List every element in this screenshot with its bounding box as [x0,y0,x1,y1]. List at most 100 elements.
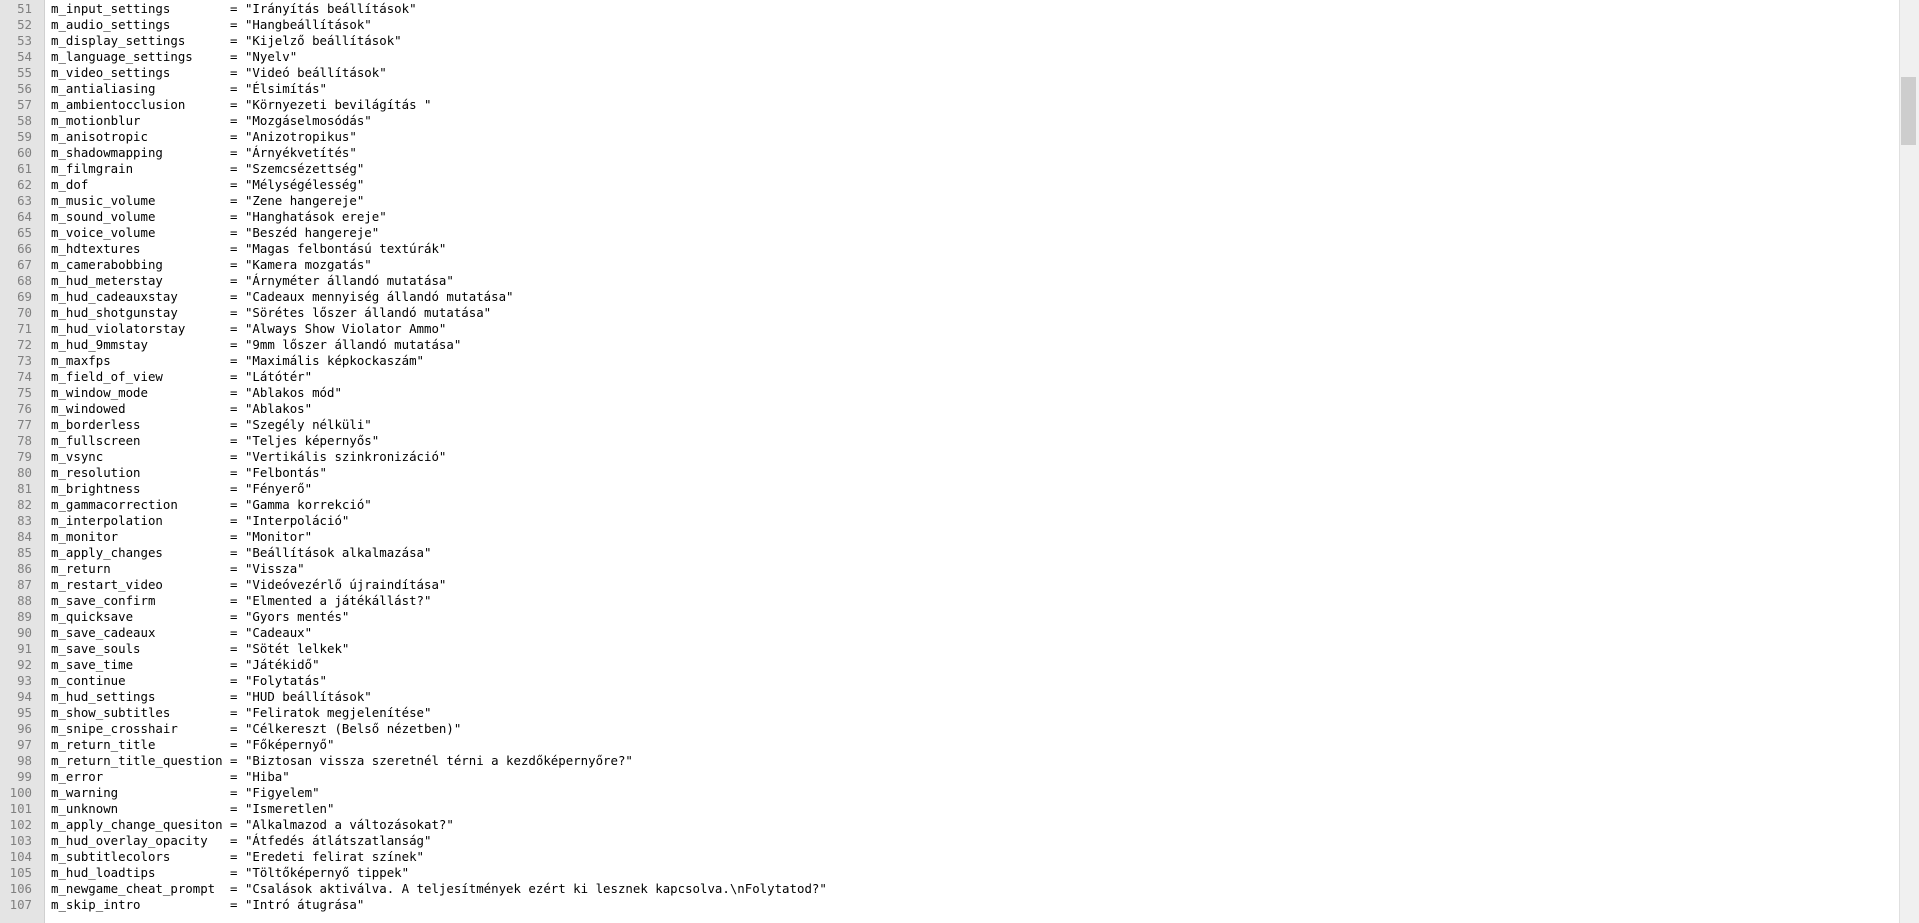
code-line[interactable]: 106 m_newgame_cheat_prompt = "Csalások ak… [0,881,827,897]
text-editor[interactable]: 51 m_input_settings = "Irányítás beállítá… [0,0,1899,923]
line-number: 96 [17,721,32,736]
code-line[interactable]: 105 m_hud_loadtips = "Töltőképernyő tippe… [0,865,409,881]
line-number: 59 [17,129,32,144]
line-number: 75 [17,385,32,400]
code-line[interactable]: 96 m_snipe_crosshair = "Célkereszt (Belső… [0,721,461,737]
line-number: 62 [17,177,32,192]
code-line[interactable]: 69 m_hud_cadeauxstay = "Cadeaux mennyiség… [0,289,514,305]
code-line[interactable]: 102 m_apply_change_quesiton = "Alkalmazod… [0,817,454,833]
code-line[interactable]: 94 m_hud_settings = "HUD beállítások" [0,689,372,705]
code-line[interactable]: 78 m_fullscreen = "Teljes képernyős" [0,433,379,449]
line-number: 81 [17,481,32,496]
line-number: 65 [17,225,32,240]
code-line[interactable]: 76 m_windowed = "Ablakos" [0,401,312,417]
code-line[interactable]: 77 m_borderless = "Szegély nélküli" [0,417,372,433]
code-line[interactable]: 56 m_antialiasing = "Élsimítás" [0,81,327,97]
code-line[interactable]: 75 m_window_mode = "Ablakos mód" [0,385,342,401]
line-text: m_interpolation = "Interpoláció" [51,513,350,528]
code-line[interactable]: 92 m_save_time = "Játékidő" [0,657,319,673]
code-line[interactable]: 86 m_return = "Vissza" [0,561,305,577]
line-number: 56 [17,81,32,96]
code-line[interactable]: 64 m_sound_volume = "Hanghatások ereje" [0,209,387,225]
code-line[interactable]: 71 m_hud_violatorstay = "Always Show Viol… [0,321,446,337]
code-line[interactable]: 88 m_save_confirm = "Elmented a játékállá… [0,593,431,609]
code-line[interactable]: 103 m_hud_overlay_opacity = "Átfedés átlá… [0,833,432,849]
code-line[interactable]: 85 m_apply_changes = "Beállítások alkalma… [0,545,431,561]
code-line[interactable]: 67 m_camerabobbing = "Kamera mozgatás" [0,257,372,273]
code-line[interactable]: 73 m_maxfps = "Maximális képkockaszám" [0,353,424,369]
code-line[interactable]: 91 m_save_souls = "Sötét lelkek" [0,641,349,657]
code-line[interactable]: 61 m_filmgrain = "Szemcsézettség" [0,161,364,177]
line-number: 67 [17,257,32,272]
code-line[interactable]: 95 m_show_subtitles = "Feliratok megjelen… [0,705,431,721]
code-line[interactable]: 79 m_vsync = "Vertikális szinkronizáció" [0,449,446,465]
code-line[interactable]: 58 m_motionblur = "Mozgáselmosódás" [0,113,372,129]
code-line[interactable]: 70 m_hud_shotgunstay = "Sörétes lőszer ál… [0,305,491,321]
line-number: 107 [9,897,32,912]
code-line[interactable]: 74 m_field_of_view = "Látótér" [0,369,312,385]
line-number: 89 [17,609,32,624]
line-text: m_hud_shotgunstay = "Sörétes lőszer álla… [51,305,492,320]
code-line[interactable]: 98 m_return_title_question = "Biztosan vi… [0,753,633,769]
code-line[interactable]: 53 m_display_settings = "Kijelző beállítá… [0,33,402,49]
line-number: 64 [17,209,32,224]
line-number: 106 [9,881,32,896]
code-line[interactable]: 97 m_return_title = "Főképernyő" [0,737,334,753]
line-text: m_hud_cadeauxstay = "Cadeaux mennyiség á… [51,289,514,304]
line-number: 53 [17,33,32,48]
line-text: m_save_confirm = "Elmented a játékállást… [51,593,432,608]
code-line[interactable]: 68 m_hud_meterstay = "Árnyméter állandó m… [0,273,454,289]
line-number: 92 [17,657,32,672]
line-text: m_continue = "Folytatás" [51,673,328,688]
code-line[interactable]: 107 m_skip_intro = "Intró átugrása" [0,897,365,913]
code-line[interactable]: 60 m_shadowmapping = "Árnyékvetítés" [0,145,357,161]
code-line[interactable]: 93 m_continue = "Folytatás" [0,673,327,689]
line-text: m_show_subtitles = "Feliratok megjelenít… [51,705,432,720]
code-line[interactable]: 89 m_quicksave = "Gyors mentés" [0,609,349,625]
code-line[interactable]: 83 m_interpolation = "Interpoláció" [0,513,349,529]
code-line[interactable]: 66 m_hdtextures = "Magas felbontású textú… [0,241,446,257]
line-text: m_display_settings = "Kijelző beállításo… [51,33,402,48]
code-line[interactable]: 90 m_save_cadeaux = "Cadeaux" [0,625,312,641]
line-number: 60 [17,145,32,160]
code-line[interactable]: 84 m_monitor = "Monitor" [0,529,312,545]
line-text: m_hud_9mmstay = "9mm lőszer állandó muta… [51,337,462,352]
code-line[interactable]: 51 m_input_settings = "Irányítás beállítá… [0,1,416,17]
code-line[interactable]: 101 m_unknown = "Ismeretlen" [0,801,335,817]
line-text: m_hud_violatorstay = "Always Show Violat… [51,321,447,336]
line-number: 74 [17,369,32,384]
line-number: 58 [17,113,32,128]
line-text: m_gammacorrection = "Gamma korrekció" [51,497,372,512]
code-line[interactable]: 99 m_error = "Hiba" [0,769,290,785]
line-text: m_warning = "Figyelem" [51,785,320,800]
line-text: m_monitor = "Monitor" [51,529,313,544]
line-text: m_vsync = "Vertikális szinkronizáció" [51,449,447,464]
line-number: 104 [9,849,32,864]
line-number: 66 [17,241,32,256]
code-line[interactable]: 62 m_dof = "Mélységélesség" [0,177,364,193]
code-line[interactable]: 59 m_anisotropic = "Anizotropikus" [0,129,357,145]
line-text: m_restart_video = "Videóvezérlő újraindí… [51,577,447,592]
line-number: 87 [17,577,32,592]
code-line[interactable]: 55 m_video_settings = "Videó beállítások" [0,65,387,81]
line-text: m_sound_volume = "Hanghatások ereje" [51,209,387,224]
line-text: m_borderless = "Szegély nélküli" [51,417,372,432]
line-text: m_unknown = "Ismeretlen" [51,801,335,816]
code-line[interactable]: 81 m_brightness = "Fényerő" [0,481,312,497]
code-line[interactable]: 100 m_warning = "Figyelem" [0,785,320,801]
scrollbar-thumb[interactable] [1901,77,1916,145]
code-line[interactable]: 72 m_hud_9mmstay = "9mm lőszer állandó mu… [0,337,461,353]
line-number: 98 [17,753,32,768]
code-line[interactable]: 65 m_voice_volume = "Beszéd hangereje" [0,225,379,241]
code-line[interactable]: 54 m_language_settings = "Nyelv" [0,49,297,65]
code-line[interactable]: 52 m_audio_settings = "Hangbeállítások" [0,17,372,33]
code-line[interactable]: 57 m_ambientocclusion = "Környezeti bevil… [0,97,431,113]
line-number: 54 [17,49,32,64]
line-number: 76 [17,401,32,416]
code-line[interactable]: 82 m_gammacorrection = "Gamma korrekció" [0,497,372,513]
code-line[interactable]: 87 m_restart_video = "Videóvezérlő újrain… [0,577,446,593]
code-line[interactable]: 80 m_resolution = "Felbontás" [0,465,327,481]
code-line[interactable]: 104 m_subtitlecolors = "Eredeti felirat s… [0,849,424,865]
code-line[interactable]: 63 m_music_volume = "Zene hangereje" [0,193,364,209]
line-text: m_ambientocclusion = "Környezeti bevilág… [51,97,432,112]
